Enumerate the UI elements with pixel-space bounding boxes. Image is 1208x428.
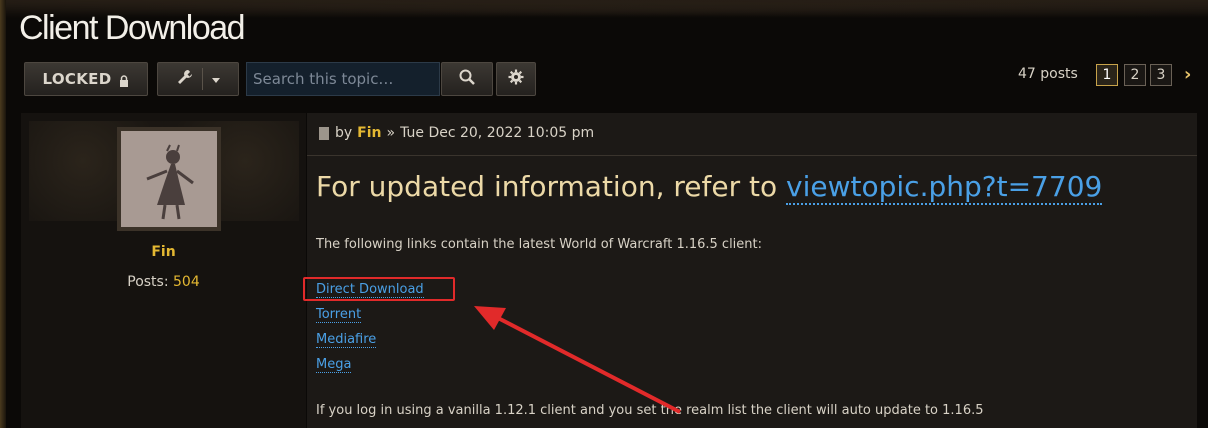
annotation-arrow-overlay (474, 306, 681, 414)
arrow-shaft (497, 316, 681, 414)
